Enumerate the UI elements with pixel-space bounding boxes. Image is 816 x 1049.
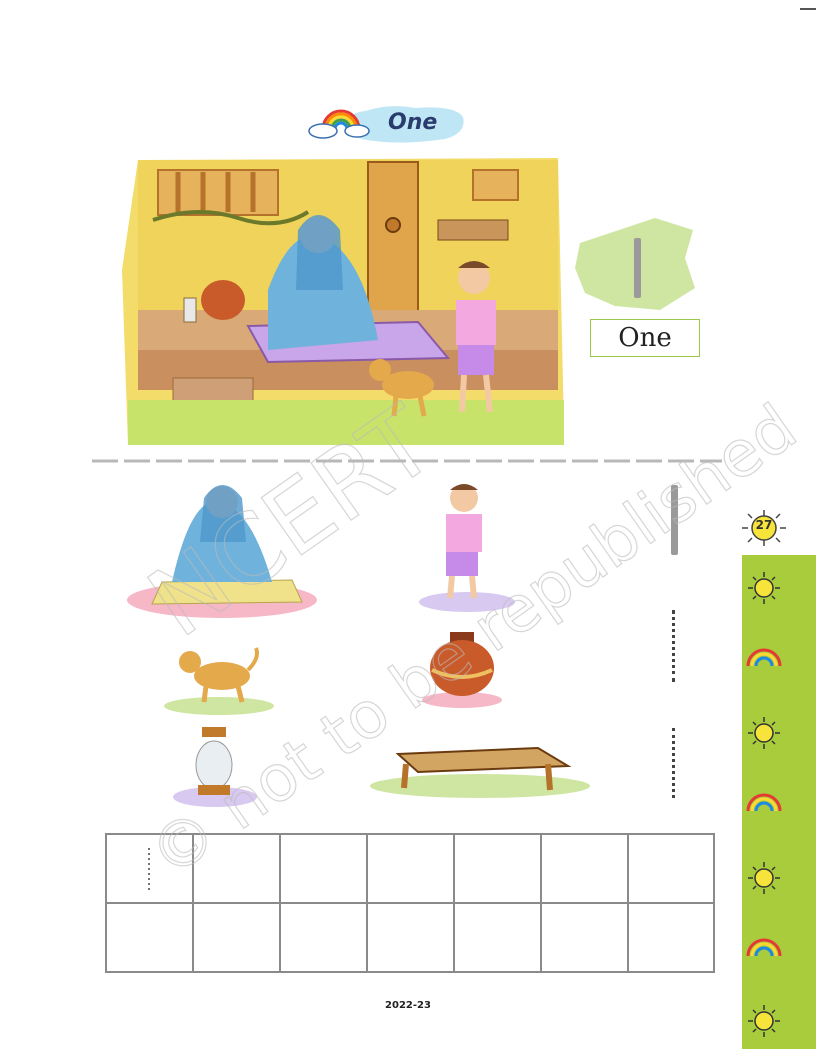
answer-line-trace (672, 728, 679, 798)
writing-practice-grid[interactable] (105, 833, 715, 973)
cot-illustration (370, 746, 590, 798)
pot-illustration (422, 632, 502, 708)
boy-illustration (419, 484, 515, 612)
top-edge-line (800, 8, 816, 10)
sun-icon (748, 717, 780, 749)
cloud-icon (308, 123, 370, 139)
page-number: 27 (755, 518, 773, 532)
rainbow-icon (746, 938, 782, 957)
rainbow-icon (746, 793, 782, 812)
sun-icon (748, 862, 780, 894)
dashed-divider (92, 459, 722, 463)
page-title: One (388, 110, 438, 135)
sun-icon (748, 1005, 780, 1037)
lantern-illustration (173, 727, 257, 807)
sun-icon (748, 572, 780, 604)
page-footer-year: 2022-23 (385, 1000, 431, 1011)
dog-illustration (164, 647, 274, 715)
number-word-label: One (590, 319, 700, 357)
answer-mark-filled (671, 485, 678, 555)
courtyard-scene-illustration (122, 158, 564, 445)
numeral-one-stroke (634, 238, 641, 298)
title-badge (308, 106, 464, 143)
grandmother-illustration (127, 485, 317, 618)
answer-line-trace (672, 610, 679, 682)
rainbow-icon (746, 648, 782, 667)
